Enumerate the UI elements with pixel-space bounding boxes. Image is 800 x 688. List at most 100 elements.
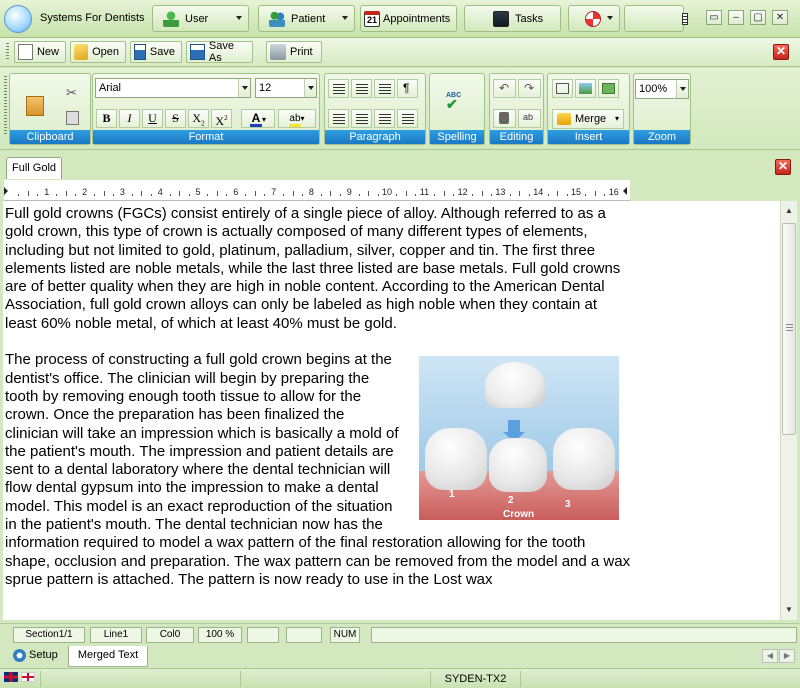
align-right-icon[interactable] bbox=[374, 109, 395, 128]
insert-text-frame-icon[interactable] bbox=[552, 79, 573, 98]
paragraph-mark-icon[interactable]: ¶ bbox=[397, 79, 418, 98]
maximize-button[interactable]: ▢ bbox=[750, 10, 766, 25]
close-window-button[interactable]: ✕ bbox=[772, 10, 788, 25]
merge-button[interactable]: Merge ▾ bbox=[552, 109, 624, 129]
menu-user-button[interactable]: User bbox=[152, 5, 249, 32]
close-document-button[interactable]: ✕ bbox=[775, 159, 791, 175]
scroll-menu-icon[interactable] bbox=[682, 13, 688, 25]
redo-icon[interactable]: ↷ bbox=[518, 79, 541, 98]
numbered-list-icon[interactable] bbox=[351, 79, 372, 98]
align-left-icon[interactable] bbox=[328, 109, 349, 128]
menu-appointments-button[interactable]: 21 Appointments bbox=[360, 5, 457, 32]
status-col: Col0 bbox=[146, 627, 194, 643]
floppy-disk-icon bbox=[134, 44, 146, 60]
chevron-down-icon bbox=[607, 16, 613, 20]
menu-patient-button[interactable]: Patient bbox=[258, 5, 355, 32]
left-indent-marker[interactable] bbox=[4, 187, 8, 195]
print-button[interactable]: Print bbox=[266, 41, 322, 63]
font-color-button[interactable]: A ▾ bbox=[241, 109, 275, 128]
close-toolbar-button[interactable]: ✕ bbox=[773, 44, 789, 60]
toolbar-grip[interactable] bbox=[6, 43, 9, 61]
tab-full-gold[interactable]: Full Gold bbox=[6, 157, 62, 179]
zoom-group: 100% Zoom bbox=[633, 73, 691, 145]
vertical-scrollbar[interactable]: ▲ ▼ bbox=[780, 201, 797, 620]
save-as-button[interactable]: Save As bbox=[186, 40, 253, 64]
ruler-tick bbox=[264, 194, 266, 196]
document-editor[interactable]: Full gold crowns (FGCs) consist entirely… bbox=[0, 201, 780, 620]
indent-icon[interactable] bbox=[374, 79, 395, 98]
menu-appointments-label: Appointments bbox=[383, 12, 451, 25]
ruler-tick bbox=[27, 191, 29, 196]
document-tab-strip: Full Gold ✕ bbox=[0, 152, 800, 179]
align-center-icon[interactable] bbox=[351, 109, 372, 128]
ruler-scale: 1 2 3 4 5 6 7 8 9 10 11 12 13 14 15 16 bbox=[4, 184, 630, 198]
new-document-icon bbox=[18, 44, 33, 60]
font-name-select[interactable]: Arial bbox=[95, 78, 251, 98]
clipboard-group: ✂ Clipboard bbox=[9, 73, 91, 145]
justify-icon[interactable] bbox=[397, 109, 418, 128]
tab-setup[interactable]: Setup bbox=[5, 646, 68, 667]
ruler-tick bbox=[490, 194, 492, 196]
document-body[interactable]: Full gold crowns (FGCs) consist entirely… bbox=[5, 205, 631, 608]
new-label: New bbox=[36, 46, 59, 58]
scroll-down-icon[interactable]: ▼ bbox=[781, 602, 797, 618]
ruler-tick bbox=[528, 194, 530, 196]
ruler-tick bbox=[509, 194, 511, 196]
italic-button[interactable]: I bbox=[119, 109, 140, 128]
menu-help-button[interactable] bbox=[568, 5, 620, 32]
new-button[interactable]: New bbox=[14, 41, 66, 63]
file-toolbar: New Open Save Save As Print ✕ bbox=[0, 38, 800, 67]
strikethrough-button[interactable]: S bbox=[165, 109, 186, 128]
tab-scroll-right-icon[interactable]: ▶ bbox=[779, 649, 795, 663]
ruler-tick bbox=[112, 194, 114, 196]
copy-icon[interactable] bbox=[66, 111, 79, 125]
scroll-up-icon[interactable]: ▲ bbox=[781, 203, 797, 219]
find-icon[interactable] bbox=[493, 109, 516, 128]
replace-icon[interactable]: ab bbox=[518, 109, 541, 128]
ruler-tick bbox=[472, 194, 474, 196]
scrollbar-thumb[interactable] bbox=[782, 223, 796, 435]
menu-extra-button[interactable] bbox=[624, 5, 684, 32]
spell-check-icon[interactable]: ABC ✔ bbox=[446, 92, 470, 116]
highlight-button[interactable]: ab▾ bbox=[278, 109, 316, 128]
ruler-tick bbox=[150, 194, 152, 196]
menu-tasks-button[interactable]: Tasks bbox=[464, 5, 561, 32]
superscript-button[interactable]: X2 bbox=[211, 109, 232, 128]
tab-merged-text[interactable]: Merged Text bbox=[68, 646, 148, 667]
folder-open-icon bbox=[74, 44, 89, 60]
ruler-tick bbox=[65, 191, 67, 196]
subscript-button[interactable]: X2 bbox=[188, 109, 209, 128]
minimize-button[interactable]: – bbox=[728, 10, 744, 25]
title-bar: Systems For Dentists User Patient 21 App… bbox=[0, 0, 800, 38]
status-section: Section1/1 bbox=[13, 627, 85, 643]
uk-flag-icon[interactable] bbox=[4, 672, 18, 682]
paragraph-group: ¶ Paragraph bbox=[324, 73, 426, 145]
ruler-number: 6 bbox=[233, 187, 239, 197]
england-flag-icon[interactable] bbox=[21, 672, 35, 682]
insert-image-icon[interactable] bbox=[575, 79, 596, 98]
insert-object-icon[interactable] bbox=[598, 79, 619, 98]
paste-icon[interactable] bbox=[26, 96, 44, 116]
bullet-list-icon[interactable] bbox=[328, 79, 349, 98]
right-indent-marker[interactable] bbox=[623, 187, 627, 195]
save-label: Save bbox=[149, 46, 175, 58]
undo-icon[interactable]: ↶ bbox=[493, 79, 516, 98]
cut-icon[interactable]: ✂ bbox=[66, 86, 80, 100]
highlight-icon: ab bbox=[289, 113, 301, 127]
patient-icon bbox=[269, 10, 285, 27]
bold-button[interactable]: B bbox=[96, 109, 117, 128]
font-color-icon: A bbox=[249, 111, 262, 127]
font-size-select[interactable]: 12 bbox=[255, 78, 317, 98]
ruler-tick bbox=[216, 191, 218, 196]
subscript-glyph: X bbox=[192, 111, 202, 125]
ruler[interactable]: 1 2 3 4 5 6 7 8 9 10 11 12 13 14 15 16 bbox=[4, 180, 630, 201]
underline-button[interactable]: U bbox=[142, 109, 163, 128]
open-button[interactable]: Open bbox=[70, 41, 126, 63]
ruler-number: 1 bbox=[44, 187, 50, 197]
ribbon-grip[interactable] bbox=[4, 76, 7, 136]
ruler-tick bbox=[131, 194, 133, 196]
restore-icon[interactable]: ▭ bbox=[706, 10, 722, 25]
zoom-select[interactable]: 100% bbox=[635, 79, 689, 99]
save-button[interactable]: Save bbox=[130, 41, 182, 63]
tab-scroll-left-icon[interactable]: ◀ bbox=[762, 649, 778, 663]
